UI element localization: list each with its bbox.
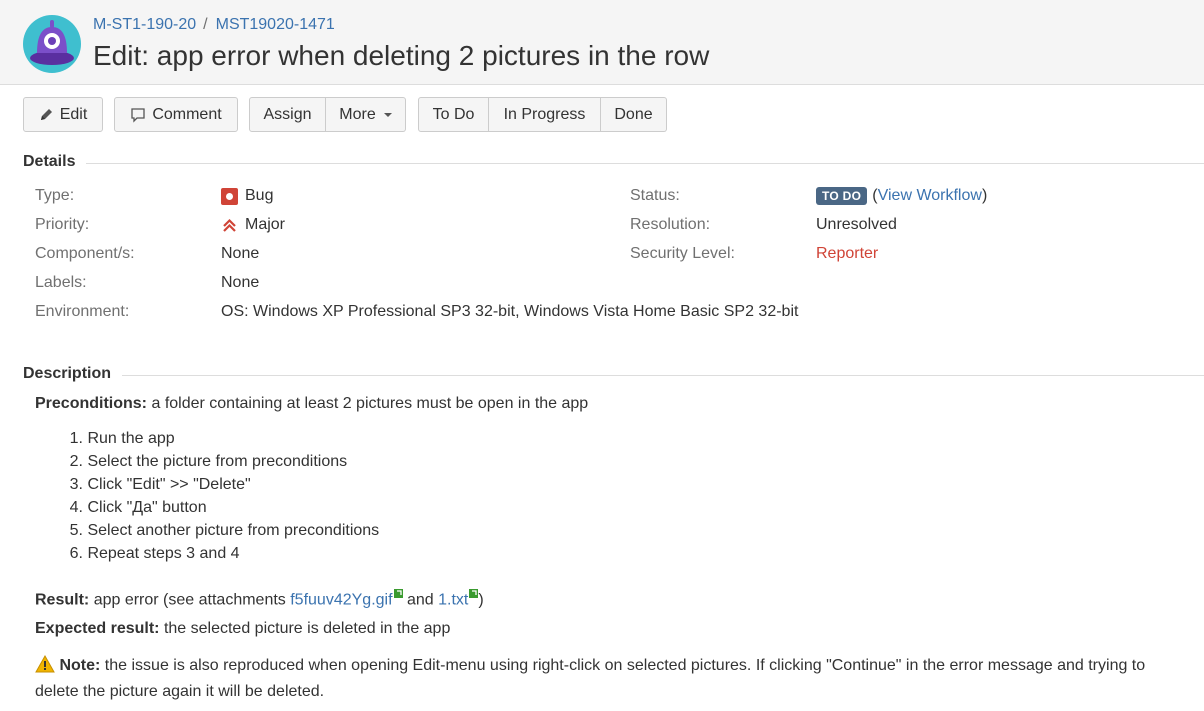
preconditions-paragraph: Preconditions: a folder containing at le… <box>35 395 588 413</box>
result-label: Result: <box>35 591 90 609</box>
page-title: Edit: app error when deleting 2 pictures… <box>93 40 710 71</box>
assign-button-label: Assign <box>263 105 312 123</box>
bug-icon <box>221 187 238 205</box>
labels-label: Labels: <box>35 274 87 291</box>
list-item: 1. Run the app <box>69 430 175 447</box>
environment-label: Environment: <box>35 303 130 320</box>
edit-button-label: Edit <box>59 105 88 123</box>
in-progress-button[interactable]: In Progress <box>489 97 601 132</box>
caret-down-icon <box>383 112 392 117</box>
breadcrumb: M-ST1-190-20 / MST19020-1471 <box>93 16 335 34</box>
done-button-label: Done <box>614 105 653 123</box>
attachment-link-gif[interactable]: f5fuuv42Yg.gif <box>290 591 392 608</box>
project-avatar-icon[interactable] <box>23 15 81 73</box>
more-button[interactable]: More <box>326 97 406 132</box>
list-item: 2. Select the picture from preconditions <box>69 453 348 470</box>
breadcrumb-separator: / <box>203 16 208 33</box>
preconditions-text: a folder containing at least 2 pictures … <box>151 395 589 412</box>
expected-result-text: the selected picture is deleted in the a… <box>163 620 451 637</box>
in-progress-button-label: In Progress <box>503 105 586 123</box>
comment-button[interactable]: Comment <box>114 97 238 132</box>
security-level-value: Reporter <box>816 245 879 262</box>
steps-list: 1. Run the app 2. Select the picture fro… <box>35 429 380 567</box>
preconditions-label: Preconditions: <box>35 395 148 412</box>
note-label: Note: <box>59 657 101 674</box>
list-item: 5. Select another picture from precondit… <box>69 522 380 539</box>
description-divider <box>122 375 1204 376</box>
list-item: 6. Repeat steps 3 and 4 <box>69 545 240 562</box>
issue-header: M-ST1-190-20 / MST19020-1471 Edit: app err… <box>0 0 1204 85</box>
breadcrumb-issue-link[interactable]: MST19020-1471 <box>216 16 335 33</box>
type-label: Type: <box>35 187 75 204</box>
assign-button[interactable]: Assign <box>249 97 326 132</box>
pencil-icon <box>39 107 54 122</box>
security-level-label: Security Level: <box>630 245 735 262</box>
attachment-link-txt[interactable]: 1.txt <box>438 591 468 608</box>
type-value-text: Bug <box>245 187 274 204</box>
status-label: Status: <box>630 187 680 204</box>
view-workflow-link[interactable]: View Workflow <box>878 187 982 205</box>
status-badge: TO DO <box>816 187 868 205</box>
list-item: 3. Click "Edit" >> "Delete" <box>69 476 251 493</box>
result-suffix: ) <box>478 591 484 609</box>
details-divider <box>86 163 1204 164</box>
priority-value-text: Major <box>245 216 286 233</box>
workflow-paren-close: ) <box>981 187 988 204</box>
todo-button-label: To Do <box>432 105 475 123</box>
comment-button-label: Comment <box>152 105 222 123</box>
todo-button[interactable]: To Do <box>418 97 489 132</box>
details-heading: Details <box>23 153 76 170</box>
priority-label: Priority: <box>35 216 90 233</box>
type-value: Bug <box>221 187 273 205</box>
description-heading: Description <box>23 365 112 382</box>
result-and: and <box>406 591 434 609</box>
result-paragraph: Result: app error (see attachments f5fuu… <box>35 585 484 609</box>
expected-result-paragraph: Expected result: the selected picture is… <box>35 620 450 638</box>
list-item: 4. Click "Да" button <box>69 499 207 516</box>
note-text: the issue is also reproduced when openin… <box>35 657 1146 700</box>
components-value: None <box>221 245 260 262</box>
attachment-icon <box>393 585 403 603</box>
warning-icon <box>35 654 55 680</box>
components-label: Component/s: <box>35 245 135 262</box>
comment-icon <box>130 107 146 123</box>
status-value: TO DO (View Workflow) <box>816 187 987 205</box>
resolution-label: Resolution: <box>630 216 711 233</box>
priority-major-icon <box>221 217 238 234</box>
more-button-label: More <box>339 105 376 123</box>
resolution-value: Unresolved <box>816 216 897 233</box>
edit-button[interactable]: Edit <box>23 97 103 132</box>
done-button[interactable]: Done <box>601 97 667 132</box>
labels-value: None <box>221 274 260 291</box>
priority-value: Major <box>221 216 285 234</box>
result-prefix: app error (see attachments <box>93 591 286 609</box>
note-paragraph: Note: the issue is also reproduced when … <box>35 654 1185 703</box>
environment-value: OS: Windows XP Professional SP3 32-bit, … <box>221 303 799 320</box>
expected-result-label: Expected result: <box>35 620 160 637</box>
breadcrumb-project-link[interactable]: M-ST1-190-20 <box>93 16 196 33</box>
